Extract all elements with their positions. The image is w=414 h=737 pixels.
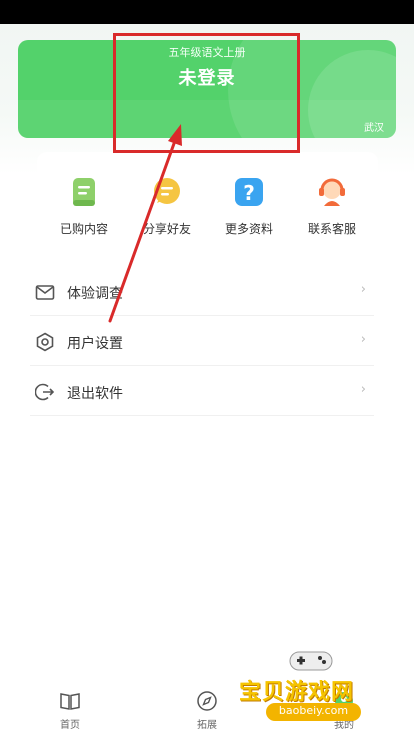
menu-item-label: 体验调查 [67, 286, 123, 302]
grade-title[interactable]: 五年级语文上册 [18, 44, 396, 60]
chevron-right-icon: › [360, 282, 366, 297]
menu-item-exit[interactable]: 退出软件 › [30, 368, 374, 416]
watermark-title: 宝贝游戏网 [239, 680, 355, 705]
quick-action-label: 已购内容 [59, 222, 108, 236]
quick-action-more-materials[interactable]: ? 更多资料 [209, 176, 289, 246]
watermark-url: baobeiy.com [278, 704, 349, 717]
customer-service-icon [319, 178, 345, 206]
city-label[interactable]: 武汉 [364, 119, 384, 134]
banner-decoration [18, 100, 396, 138]
tab-expand[interactable]: 拓展 [177, 688, 237, 732]
quick-action-label: 更多资料 [224, 222, 273, 236]
tab-home[interactable]: 首页 [40, 688, 100, 732]
quick-action-share[interactable]: 分享好友 [127, 176, 207, 246]
gamepad-icon [289, 651, 333, 671]
purchased-doc-icon [73, 178, 95, 206]
tab-label: 首页 [60, 720, 80, 731]
quick-actions-card: 已购内容 分享好友 ? 更多资料 联系客服 [37, 152, 378, 256]
quick-action-customer-service[interactable]: 联系客服 [292, 176, 372, 246]
menu-item-label: 退出软件 [67, 386, 123, 402]
settings-hex-icon [36, 332, 54, 352]
book-icon [60, 693, 80, 710]
share-chat-icon [154, 178, 180, 204]
status-bar [0, 0, 414, 24]
tab-label: 拓展 [197, 720, 217, 731]
menu-item-user-settings[interactable]: 用户设置 › [30, 318, 374, 366]
chevron-right-icon: › [360, 382, 366, 397]
quick-action-label: 分享好友 [142, 222, 191, 236]
question-icon: ? [235, 178, 263, 206]
menu-item-label: 用户设置 [67, 336, 123, 352]
login-status[interactable]: 未登录 [18, 64, 396, 90]
menu-item-survey[interactable]: 体验调查 › [30, 268, 374, 316]
quick-action-purchased[interactable]: 已购内容 [44, 176, 124, 246]
exit-icon [35, 383, 55, 401]
watermark-logo: 宝贝游戏网 baobeiy.com [236, 646, 386, 726]
login-banner[interactable]: 五年级语文上册 未登录 武汉 [18, 40, 396, 138]
compass-icon [197, 691, 217, 711]
mail-icon [35, 285, 55, 300]
chevron-right-icon: › [360, 332, 366, 347]
svg-text:?: ? [243, 181, 255, 205]
quick-action-label: 联系客服 [307, 222, 356, 236]
